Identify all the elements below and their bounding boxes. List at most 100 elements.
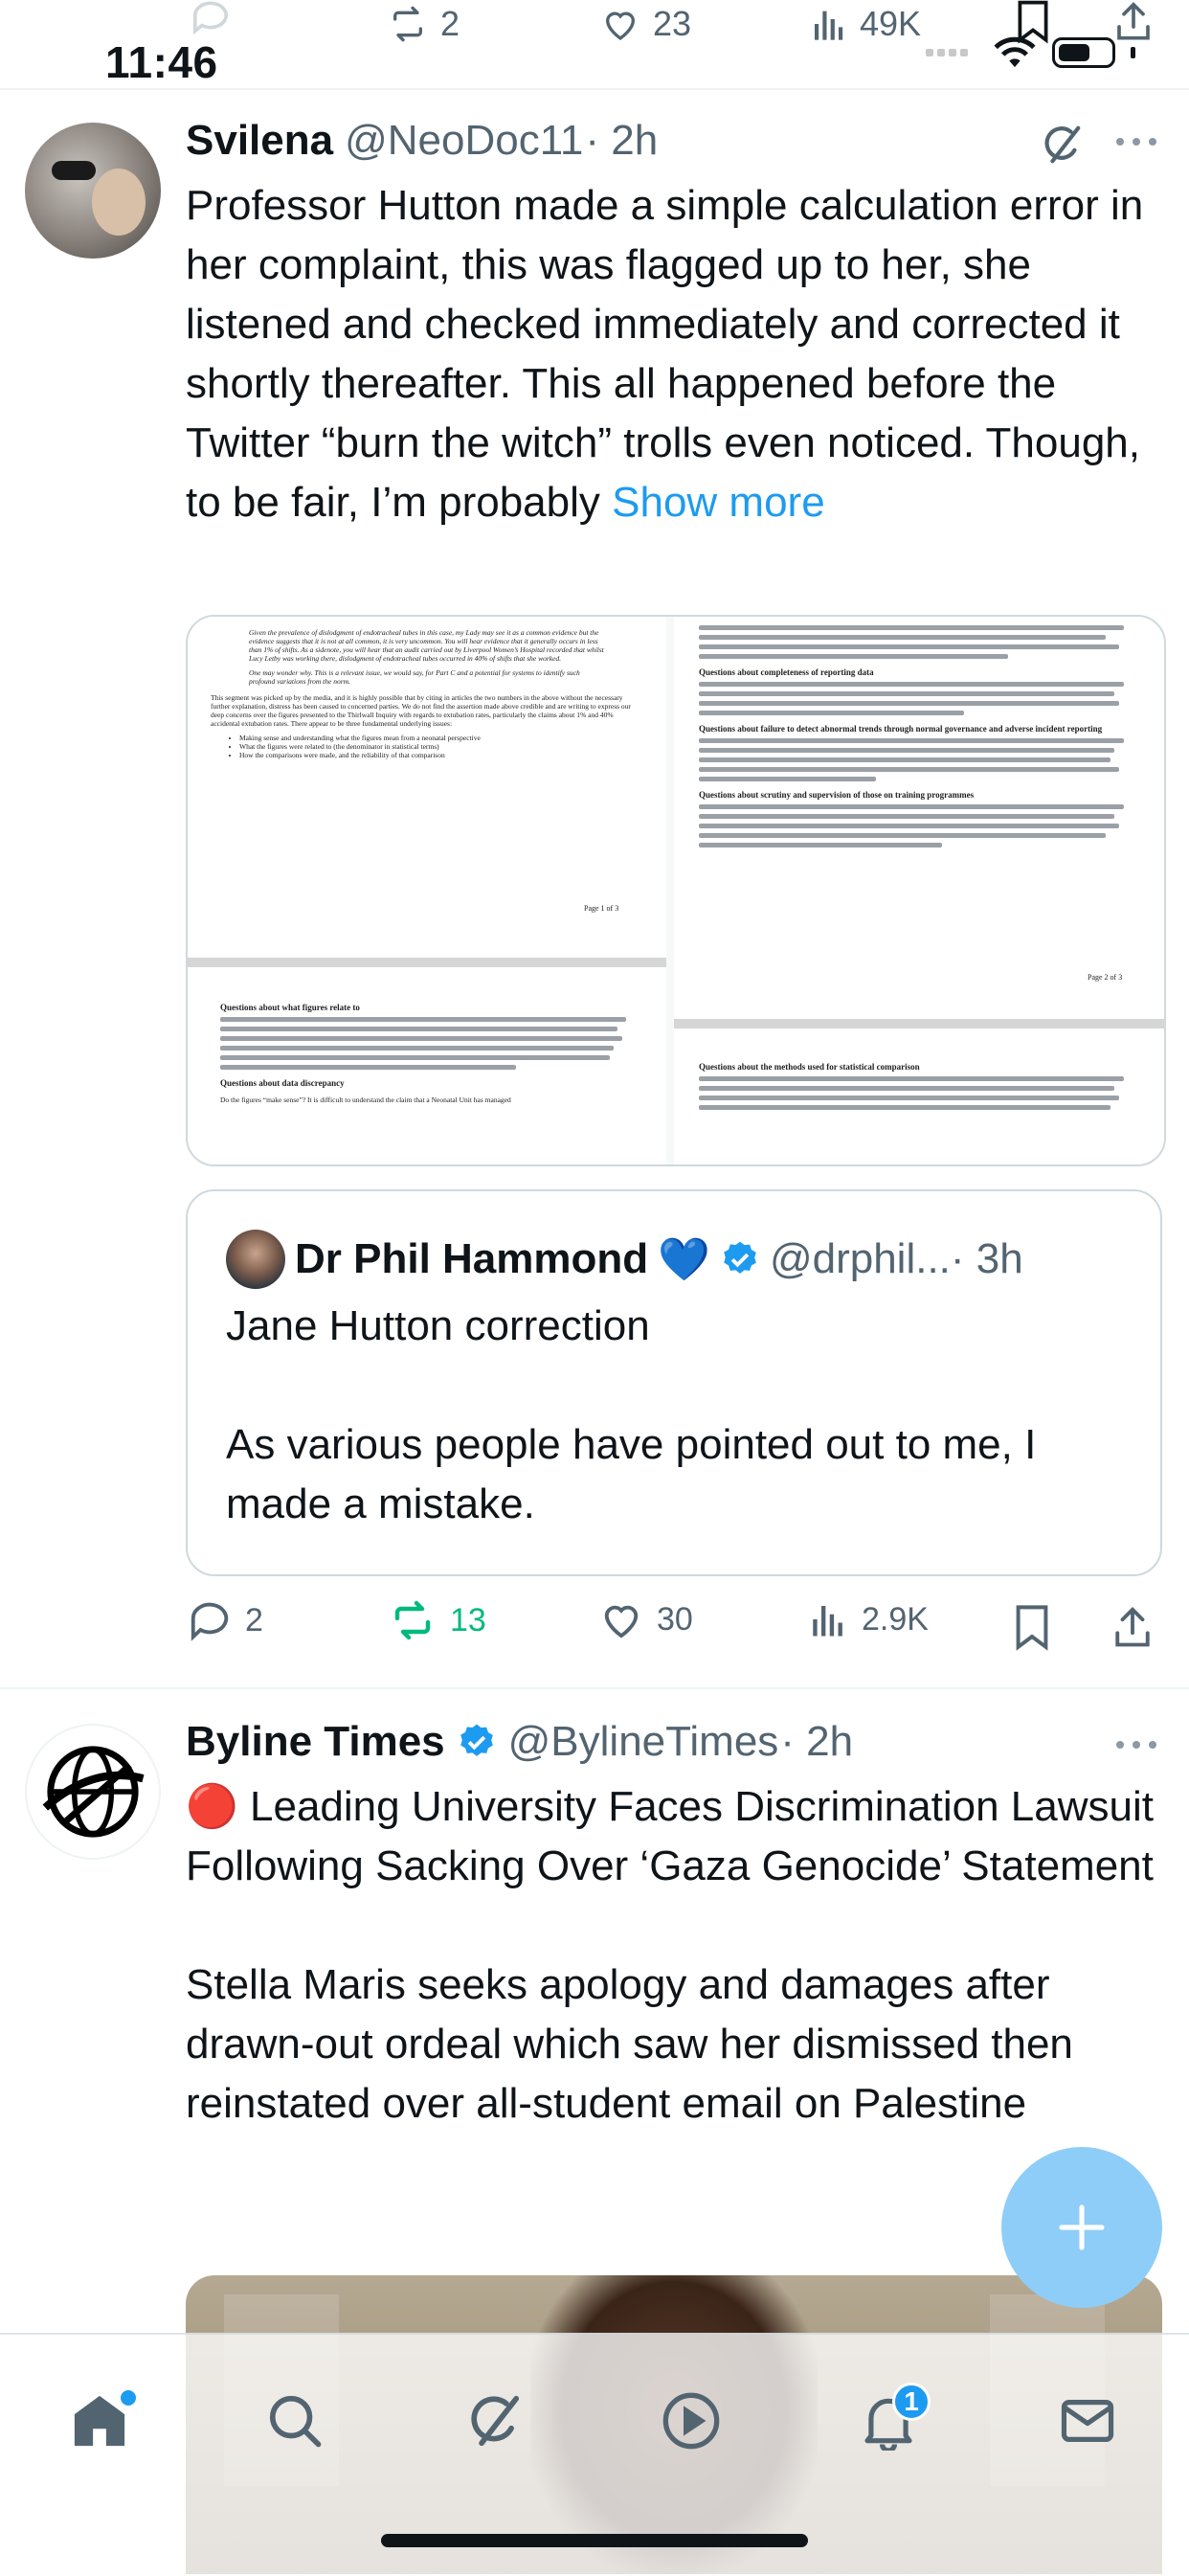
- quote-header: Dr Phil Hammond 💙 @drphil... · 3h: [226, 1230, 1023, 1289]
- quoted-tweet[interactable]: Dr Phil Hammond 💙 @drphil... · 3h Jane H…: [186, 1189, 1162, 1576]
- doc-bullet: What the figures were related to (the de…: [239, 742, 643, 751]
- views-icon: [813, 1606, 842, 1637]
- doc-body: This segment was picked up by the media,…: [211, 693, 631, 728]
- heart-icon: [604, 1605, 639, 1638]
- page-separator: [674, 1019, 1164, 1028]
- quote-line-1: Jane Hutton correction: [226, 1302, 650, 1349]
- previous-tweet-actions: 2 23 49K 11:46: [0, 0, 1189, 90]
- prev-views-button[interactable]: 49K: [810, 4, 921, 44]
- retweet-button[interactable]: 13: [389, 1599, 486, 1641]
- prev-like-button[interactable]: 23: [599, 4, 691, 44]
- search-icon: [269, 2395, 322, 2448]
- tweet-time: · 2h: [585, 117, 659, 164]
- battery-icon: [1052, 37, 1115, 68]
- status-time: 11:46: [105, 37, 218, 87]
- doc-bullets: Making sense and understanding what the …: [211, 734, 643, 759]
- wifi-icon: [994, 36, 1036, 68]
- quote-heart-emoji: 💙: [658, 1236, 710, 1283]
- share-icon[interactable]: [1112, 1605, 1153, 1651]
- tweet-divider: [0, 1687, 1189, 1689]
- reply-button[interactable]: 2: [188, 1599, 263, 1641]
- retweet-icon: [394, 1600, 431, 1640]
- mail-icon: [1061, 2400, 1114, 2442]
- tab-messages[interactable]: [1049, 2383, 1126, 2459]
- tweet-text: 🔴 Leading University Faces Discriminatio…: [186, 1777, 1162, 2134]
- doc-line-text: Do the figures “make sense”? It is diffi…: [220, 1096, 511, 1104]
- tab-video[interactable]: [653, 2383, 729, 2459]
- attached-document-image[interactable]: Given the prevalence of dislodgment of e…: [186, 615, 1166, 1166]
- prev-views-count: 49K: [860, 4, 922, 43]
- play-icon: [662, 2392, 720, 2450]
- doc-italic-note: One may wonder why. This is a relevant i…: [249, 668, 580, 686]
- author-name[interactable]: Byline Times: [186, 1718, 445, 1766]
- byline-avatar[interactable]: [25, 1724, 161, 1860]
- signal-icon: [926, 49, 968, 56]
- quote-author-name[interactable]: Dr Phil Hammond: [295, 1235, 648, 1283]
- doc-heading: Questions about completeness of reportin…: [699, 667, 874, 677]
- author-handle[interactable]: @BylineTimes: [508, 1718, 779, 1766]
- grok-icon: [471, 2395, 520, 2447]
- like-count: 30: [657, 1600, 693, 1638]
- reply-icon: [191, 1602, 229, 1641]
- bookmark-icon[interactable]: [1015, 1605, 1049, 1651]
- reply-count: 2: [245, 1601, 263, 1638]
- doc-heading: Questions about what figures relate to: [220, 1003, 360, 1012]
- tweet-time: · 2h: [780, 1718, 854, 1765]
- battery-tip: [1131, 47, 1135, 58]
- doc-page-number: Page 2 of 3: [1088, 973, 1123, 982]
- reply-icon[interactable]: [190, 0, 232, 34]
- avatar[interactable]: [25, 123, 161, 259]
- doc-bullet: How the comparisons were made, and the r…: [239, 751, 643, 759]
- more-options-icon[interactable]: [1114, 1737, 1158, 1752]
- quote-time: · 3h: [950, 1235, 1023, 1282]
- home-indicator: [381, 2534, 808, 2547]
- tweet-text: Professor Hutton made a simple calculati…: [186, 176, 1162, 532]
- document-page-1: Given the prevalence of dislodgment of e…: [188, 617, 666, 958]
- views-button[interactable]: 2.9K: [808, 1599, 929, 1639]
- tweet-body: Stella Maris seeks apology and damages a…: [186, 1961, 1073, 2127]
- grok-icon[interactable]: [1040, 123, 1084, 167]
- tab-home[interactable]: [61, 2383, 138, 2459]
- heart-icon: [605, 11, 636, 41]
- tweet-headline: 🔴 Leading University Faces Discriminatio…: [186, 1783, 1154, 1889]
- globe-logo-icon: [42, 1746, 145, 1838]
- quote-author-handle[interactable]: @drphil...: [770, 1235, 951, 1283]
- notifications-badge: 1: [892, 2383, 931, 2421]
- views-count: 2.9K: [862, 1600, 929, 1638]
- quote-text: Jane Hutton correction As various people…: [226, 1297, 1126, 1534]
- page-separator: [188, 958, 666, 967]
- prev-like-count: 23: [653, 4, 692, 43]
- tab-search[interactable]: [257, 2383, 333, 2459]
- retweet-count: 13: [450, 1601, 486, 1638]
- prev-retweet-count: 2: [440, 4, 460, 43]
- doc-bullet: Making sense and understanding what the …: [239, 734, 643, 742]
- show-more-link[interactable]: Show more: [612, 479, 825, 526]
- author-name[interactable]: Svilena: [186, 117, 333, 165]
- tab-grok[interactable]: [456, 2383, 532, 2459]
- document-page-2: Questions about completeness of reportin…: [674, 617, 1164, 1019]
- new-posts-dot: [121, 2390, 136, 2406]
- tweet-actions: 2 13 30 2.9K: [186, 1599, 1162, 1657]
- document-page-3: Questions about what figures relate to Q…: [188, 967, 666, 1164]
- verified-badge-icon: [724, 1241, 756, 1274]
- plus-icon: [1059, 2204, 1105, 2250]
- doc-heading: Questions about scrutiny and supervision…: [699, 790, 975, 800]
- retweet-icon: [393, 6, 422, 42]
- doc-heading: Questions about failure to detect abnorm…: [699, 724, 1103, 734]
- quote-line-2: As various people have pointed out to me…: [226, 1421, 1037, 1527]
- like-button[interactable]: 30: [599, 1599, 693, 1639]
- prev-retweet-button[interactable]: 2: [387, 4, 460, 44]
- doc-heading: Questions about data discrepancy: [220, 1078, 345, 1088]
- tab-notifications[interactable]: 1: [850, 2383, 931, 2459]
- doc-heading: Questions about the methods used for sta…: [699, 1062, 920, 1072]
- verified-badge-icon: [460, 1724, 493, 1756]
- quote-avatar[interactable]: [226, 1230, 285, 1289]
- tweet-header: Svilena @NeoDoc11 · 2h: [186, 117, 658, 165]
- tweet-body: Professor Hutton made a simple calculati…: [186, 182, 1144, 526]
- more-options-icon[interactable]: [1114, 134, 1158, 149]
- author-handle[interactable]: @NeoDoc11: [345, 117, 583, 165]
- compose-button[interactable]: [1001, 2147, 1162, 2308]
- doc-intro: Given the prevalence of dislodgment of e…: [249, 628, 604, 663]
- tweet-header: Byline Times @BylineTimes · 2h: [186, 1718, 853, 1766]
- status-icons: [926, 36, 1135, 69]
